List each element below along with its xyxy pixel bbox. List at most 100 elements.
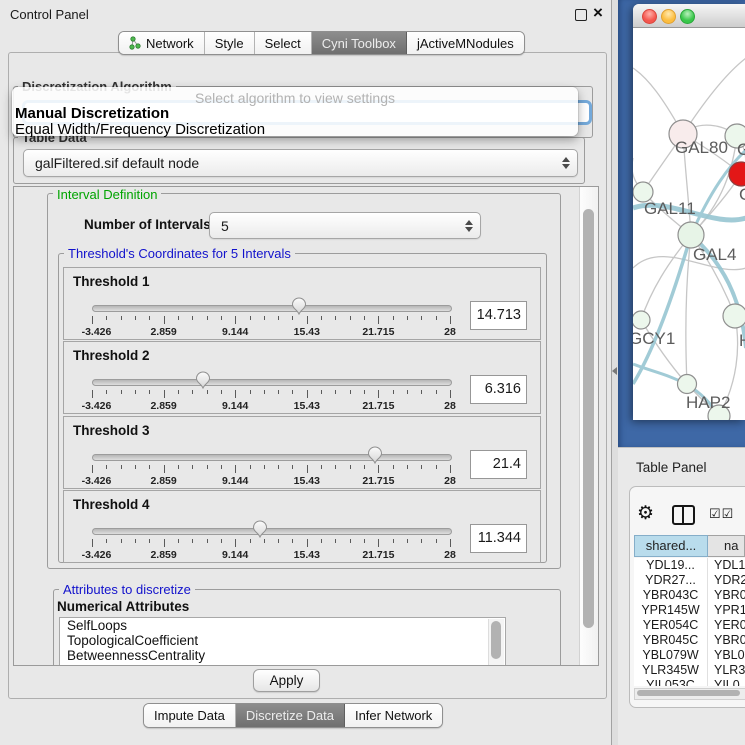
tab-infer-network-label: Infer Network (355, 708, 432, 723)
table-row[interactable]: YBR045CYBR0 (634, 633, 745, 648)
combo-stepper-icon (465, 220, 473, 232)
table-row[interactable]: YPR145WYPR1 (634, 603, 745, 618)
cell-shared-name[interactable]: YDR27... (634, 573, 707, 588)
cell-name[interactable]: YBR0 (707, 633, 745, 648)
tab-select[interactable]: Select (255, 32, 312, 54)
node-label-h: H (739, 331, 745, 350)
cyni-bottom-tabs: Impute Data Discretize Data Infer Networ… (143, 703, 443, 728)
threshold-3-value-field[interactable]: 21.4 (470, 450, 527, 479)
cell-name[interactable]: YDR2 (707, 573, 745, 588)
threshold-3-slider-track[interactable] (92, 454, 452, 461)
threshold-4-slider-thumb[interactable] (252, 520, 268, 538)
table-panel-title: Table Panel (636, 460, 707, 475)
table-row[interactable]: YBL079WYBL0 (634, 648, 745, 663)
node-hap2[interactable] (678, 375, 697, 394)
cell-shared-name[interactable]: YBL079W (634, 648, 707, 663)
tab-discretize-data-label: Discretize Data (246, 708, 334, 723)
dropdown-placeholder[interactable]: Select algorithm to view settings (12, 90, 578, 106)
attribute-list-item[interactable]: SelfLoops (60, 618, 505, 633)
cell-shared-name[interactable]: YPR145W (634, 603, 707, 618)
threshold-1-label: Threshold 1 (73, 274, 150, 289)
number-of-intervals-label: Number of Intervals (84, 217, 211, 232)
cell-shared-name[interactable]: YER054C (634, 618, 707, 633)
tab-discretize-data[interactable]: Discretize Data (236, 704, 345, 727)
select-columns-icon[interactable]: ☑☑ (709, 506, 734, 522)
column-header-shared-name[interactable]: shared... (634, 535, 708, 557)
number-of-intervals-value: 5 (210, 218, 229, 234)
cell-shared-name[interactable]: YIL053C (634, 678, 707, 686)
table-row[interactable]: YBR043CYBR0 (634, 588, 745, 603)
slider-tick-labels: -3.4262.8599.14415.4321.71528 (92, 475, 450, 487)
cell-shared-name[interactable]: YDL19... (634, 558, 707, 573)
threshold-2-value-field[interactable]: 6.316 (470, 375, 527, 404)
threshold-3-slider-thumb[interactable] (367, 446, 383, 464)
number-of-intervals-combo[interactable]: 5 (209, 212, 481, 239)
threshold-1-slider-track[interactable] (92, 305, 452, 312)
close-traffic-light-icon[interactable] (642, 9, 657, 24)
threshold-panel-4: Threshold 4 -3.4262.8599.14415.4321.7152… (63, 490, 541, 563)
cell-name[interactable]: YIL0 (707, 678, 745, 686)
table-data-combo[interactable]: galFiltered.sif default node (23, 149, 578, 177)
tab-network[interactable]: Network (119, 32, 205, 54)
attribute-list-item[interactable]: BetweennessCentrality (60, 648, 505, 663)
table-row[interactable]: YER054CYER0 (634, 618, 745, 633)
gear-icon[interactable]: ⚙ (637, 502, 654, 525)
numerical-attributes-list: SelfLoopsTopologicalCoefficientBetweenne… (59, 617, 506, 666)
tab-style[interactable]: Style (205, 32, 255, 54)
cell-name[interactable]: YBL0 (707, 648, 745, 663)
cell-shared-name[interactable]: YLR345W (634, 663, 707, 678)
slider-tick-labels: -3.4262.8599.14415.4321.71528 (92, 326, 450, 338)
apply-button[interactable]: Apply (253, 669, 320, 692)
settings-scrollbar-thumb[interactable] (583, 209, 594, 628)
network-window-titlebar[interactable] (633, 4, 745, 28)
tab-impute-data[interactable]: Impute Data (144, 704, 236, 727)
table-row[interactable]: YLR345WYLR3 (634, 663, 745, 678)
zoom-traffic-light-icon[interactable] (680, 9, 695, 24)
minimize-traffic-light-icon[interactable] (661, 9, 676, 24)
list-scrollbar-thumb[interactable] (491, 621, 501, 659)
dropdown-item-equal-width[interactable]: Equal Width/Frequency Discretization (15, 121, 265, 138)
attribute-list-item[interactable]: TopologicalCoefficient (60, 633, 505, 648)
node-label-gal80: GAL80 (675, 138, 728, 157)
threshold-1-slider-thumb[interactable] (291, 297, 307, 315)
column-layout-icon[interactable] (672, 505, 695, 525)
cell-shared-name[interactable]: YBR045C (634, 633, 707, 648)
app-root: Control Panel × Network Style Select Cyn… (0, 0, 745, 745)
splitter-collapse-icon[interactable] (612, 367, 617, 375)
float-window-icon[interactable] (575, 9, 587, 21)
table-horizontal-scrollbar-thumb[interactable] (637, 690, 740, 696)
threshold-2-slider-track[interactable] (92, 379, 452, 386)
threshold-4-slider-track[interactable] (92, 528, 452, 535)
network-view-window[interactable]: GAL80 GA C GAL11 GAL4 GCY1 H HAP2 (633, 4, 745, 420)
settings-scrollbar[interactable] (579, 187, 598, 665)
table-row[interactable]: YIL053CYIL0 (634, 678, 745, 686)
dropdown-item-manual[interactable]: Manual Discretization (15, 105, 169, 122)
node-h[interactable] (723, 304, 745, 328)
slider-ticks (92, 539, 450, 549)
tab-infer-network[interactable]: Infer Network (345, 704, 442, 727)
table-row[interactable]: YDR27...YDR2 (634, 573, 745, 588)
tab-cyni-toolbox[interactable]: Cyni Toolbox (312, 32, 407, 54)
node-gcy1[interactable] (633, 311, 650, 329)
list-scrollbar[interactable] (488, 619, 504, 665)
threshold-3-label: Threshold 3 (73, 423, 150, 438)
node-label-gcy1: GCY1 (633, 329, 675, 348)
control-panel-titlebar: Control Panel × (0, 0, 611, 28)
column-header-name[interactable]: na (708, 535, 745, 557)
cell-name[interactable]: YPR1 (707, 603, 745, 618)
cell-name[interactable]: YDL1 (707, 558, 745, 573)
table-row[interactable]: YDL19...YDL1 (634, 558, 745, 573)
network-icon (129, 36, 141, 50)
cell-name[interactable]: YLR3 (707, 663, 745, 678)
slider-tick-labels: -3.4262.8599.14415.4321.71528 (92, 400, 450, 412)
table-horizontal-scrollbar[interactable] (634, 688, 745, 700)
threshold-2-slider-thumb[interactable] (195, 371, 211, 389)
threshold-4-value-field[interactable]: 11.344 (470, 524, 527, 553)
cell-name[interactable]: YBR0 (707, 588, 745, 603)
tab-jactivemnodules[interactable]: jActiveMNodules (407, 32, 524, 54)
cell-name[interactable]: YER0 (707, 618, 745, 633)
threshold-1-value-field[interactable]: 14.713 (470, 301, 527, 330)
cell-shared-name[interactable]: YBR043C (634, 588, 707, 603)
close-icon[interactable]: × (593, 3, 603, 23)
network-canvas[interactable]: GAL80 GA C GAL11 GAL4 GCY1 H HAP2 (633, 28, 745, 420)
